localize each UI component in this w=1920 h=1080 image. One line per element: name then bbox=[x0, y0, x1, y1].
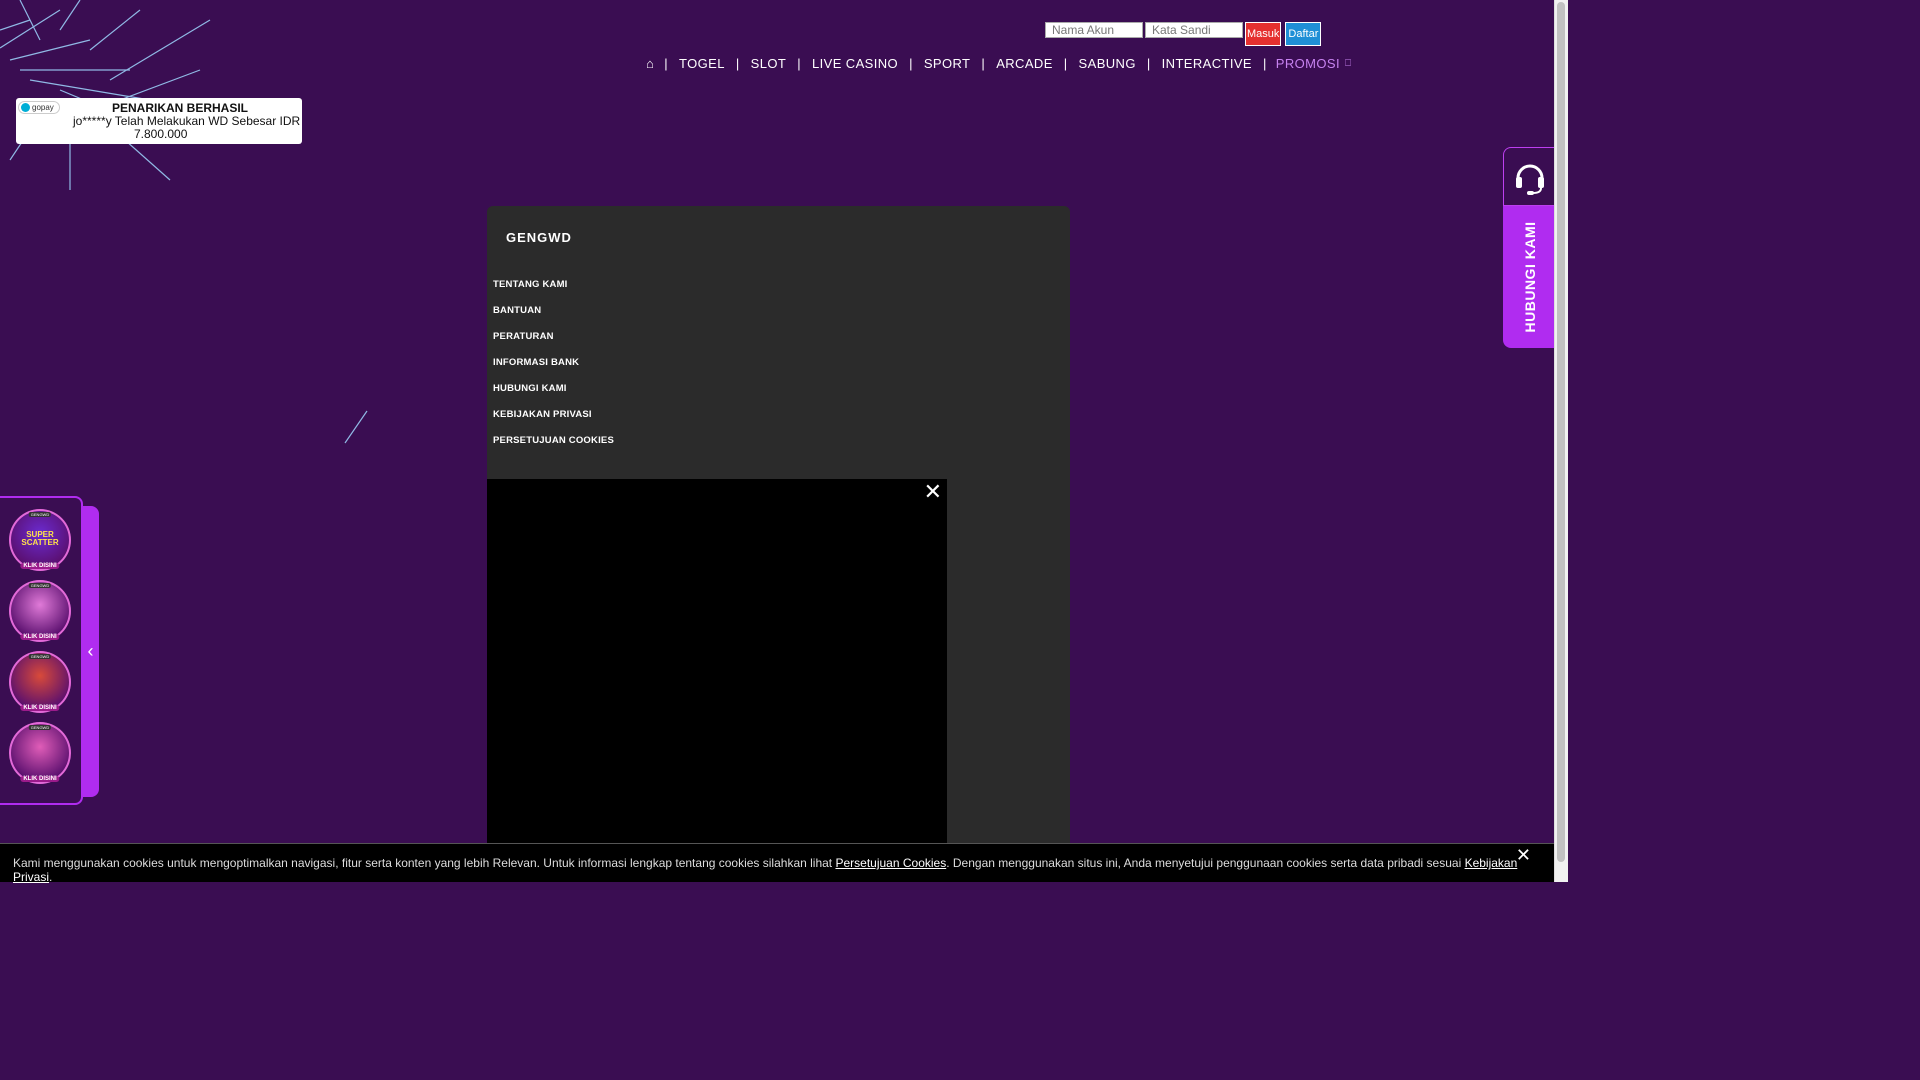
link-informasi-bank[interactable]: INFORMASI BANK bbox=[493, 357, 614, 383]
link-tentang-kami[interactable]: TENTANG KAMI bbox=[493, 279, 614, 305]
home-icon[interactable]: ⌂ bbox=[646, 56, 654, 71]
link-persetujuan-cookies[interactable]: PERSETUJUAN COOKIES bbox=[493, 435, 614, 461]
password-input[interactable] bbox=[1145, 22, 1243, 38]
link-peraturan[interactable]: PERATURAN bbox=[493, 331, 614, 357]
notification-title: PENARIKAN BERHASIL bbox=[111, 101, 248, 115]
notification-amount: 7.800.000 bbox=[134, 127, 188, 141]
sidebar-toggle[interactable]: ‹ bbox=[82, 506, 99, 797]
nav-separator: | bbox=[909, 56, 913, 71]
nav-item-interactive[interactable]: INTERACTIVE bbox=[1162, 56, 1252, 71]
scrollbar[interactable] bbox=[1554, 0, 1568, 882]
site-logo[interactable]: GENGWD bbox=[506, 229, 606, 249]
nav-item-promosi[interactable]: PROMOSI bbox=[1276, 56, 1340, 71]
scrollbar-thumb[interactable] bbox=[1557, 2, 1565, 862]
nav-separator: | bbox=[797, 56, 802, 71]
video-popup[interactable]: ✕ bbox=[487, 479, 947, 882]
game-icon[interactable]: GENGWD KLIK DISINI bbox=[9, 722, 71, 784]
link-bantuan[interactable]: BANTUAN bbox=[493, 305, 614, 331]
fireworks-decoration bbox=[0, 0, 368, 444]
contact-tab[interactable]: HUBUNGI KAMI bbox=[1503, 147, 1556, 348]
nav-separator: | bbox=[981, 56, 986, 71]
cookie-banner: Kami menggunakan cookies untuk mengoptim… bbox=[0, 843, 1555, 884]
nav-item-live-casino[interactable]: LIVE CASINO bbox=[812, 56, 898, 71]
main-nav: ⌂ | TOGEL | SLOT | LIVE CASINO | SPORT |… bbox=[646, 56, 1351, 71]
close-icon[interactable]: ✕ bbox=[1516, 845, 1531, 866]
link-kebijakan-privasi[interactable]: KEBIJAKAN PRIVASI bbox=[493, 409, 614, 435]
game-title: SUPER SCATTER bbox=[21, 530, 59, 547]
register-button[interactable]: Daftar bbox=[1285, 22, 1322, 46]
info-links: TENTANG KAMI BANTUAN PERATURAN INFORMASI… bbox=[493, 279, 614, 461]
login-button[interactable]: Masuk bbox=[1245, 22, 1282, 46]
game-badge: KLIK DISINI bbox=[20, 776, 60, 782]
game-icon[interactable]: GENGWD KLIK DISINI bbox=[9, 651, 71, 713]
headset-icon[interactable] bbox=[1503, 147, 1556, 206]
contact-label[interactable]: HUBUNGI KAMI bbox=[1522, 222, 1538, 333]
withdraw-notification: gopay PENARIKAN BERHASIL jo*****y Telah … bbox=[16, 98, 302, 144]
game-badge: KLIK DISINI bbox=[20, 634, 60, 640]
link-hubungi-kami[interactable]: HUBUNGI KAMI bbox=[493, 383, 614, 409]
game-brand: GENGWD bbox=[28, 512, 52, 517]
nav-item-togel[interactable]: TOGEL bbox=[679, 56, 725, 71]
game-badge: KLIK DISINI bbox=[20, 705, 60, 711]
nav-separator: | bbox=[1063, 56, 1068, 71]
login-form: Masuk Daftar bbox=[1045, 22, 1322, 46]
nav-item-slot[interactable]: SLOT bbox=[751, 56, 787, 71]
close-icon[interactable]: ✕ bbox=[924, 479, 942, 505]
game-brand: GENGWD bbox=[28, 654, 52, 659]
nav-item-sport[interactable]: SPORT bbox=[924, 56, 971, 71]
game-brand: GENGWD bbox=[28, 725, 52, 730]
nav-item-arcade[interactable]: ARCADE bbox=[996, 56, 1053, 71]
notification-message: jo*****y Telah Melakukan WD Sebesar IDR bbox=[73, 114, 301, 128]
game-badge: KLIK DISINI bbox=[20, 563, 60, 569]
game-brand: GENGWD bbox=[28, 583, 52, 588]
nav-separator: | bbox=[1146, 56, 1151, 71]
cookie-policy-link[interactable]: Persetujuan Cookies bbox=[835, 856, 946, 870]
nav-separator: | bbox=[1263, 56, 1267, 71]
game-icon[interactable]: GENGWD SUPER SCATTER KLIK DISINI bbox=[9, 509, 71, 571]
gift-icon[interactable]: ⎕ bbox=[1345, 58, 1351, 69]
username-input[interactable] bbox=[1045, 22, 1143, 38]
nav-separator: | bbox=[664, 56, 669, 71]
game-icon[interactable]: GENGWD KLIK DISINI bbox=[9, 580, 71, 642]
nav-item-sabung[interactable]: SABUNG bbox=[1079, 56, 1136, 71]
cookie-text: Kami menggunakan cookies untuk mengoptim… bbox=[13, 856, 1518, 884]
nav-separator: | bbox=[735, 56, 740, 71]
